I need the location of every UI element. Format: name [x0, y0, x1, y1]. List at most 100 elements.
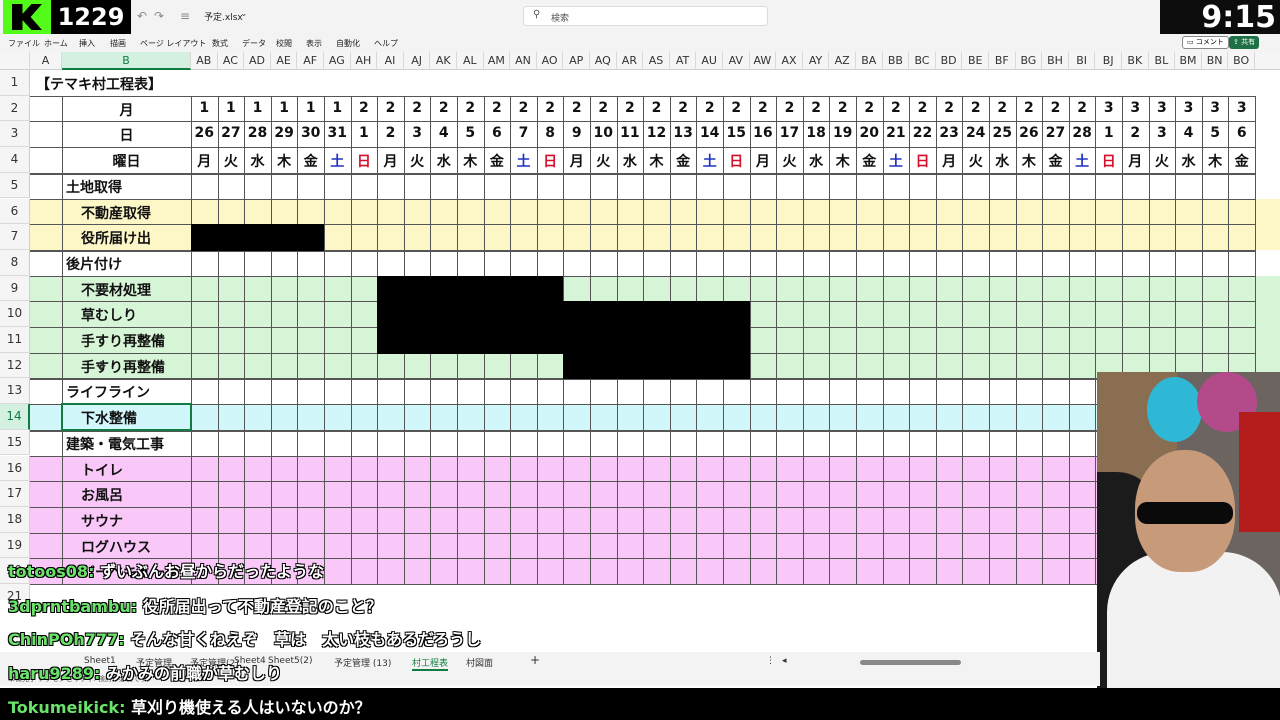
tab-file[interactable]: ファイル [8, 38, 40, 49]
column-header[interactable]: AR [617, 52, 644, 70]
row-header[interactable]: 16 [0, 455, 30, 482]
row-header[interactable]: 11 [0, 327, 30, 353]
column-header[interactable]: AX [776, 52, 803, 70]
column-header[interactable]: AY [803, 52, 830, 70]
column-header[interactable]: AN [510, 52, 537, 70]
row-header[interactable]: 19 [0, 532, 30, 559]
horizontal-scrollbar[interactable] [860, 660, 961, 665]
row-header[interactable]: 5 [0, 172, 30, 199]
row-header[interactable]: 7 [0, 224, 30, 250]
column-header[interactable]: AW [750, 52, 777, 70]
column-header[interactable]: BJ [1095, 52, 1122, 70]
row-header[interactable]: 14 [0, 404, 30, 430]
row-header[interactable]: 15 [0, 429, 30, 456]
schedule-bar[interactable] [563, 352, 750, 380]
column-header[interactable]: BN [1202, 52, 1229, 70]
column-header[interactable]: AI [377, 52, 404, 70]
redo-icon[interactable]: ↷ [154, 9, 164, 23]
row-header[interactable]: 4 [0, 147, 30, 173]
comment-button[interactable]: ▭ コメント [1182, 36, 1229, 49]
row-header[interactable]: 18 [0, 506, 30, 533]
column-header[interactable]: BE [962, 52, 989, 70]
chevron-left-icon[interactable]: ◂ [782, 656, 787, 666]
schedule-bar[interactable] [377, 327, 750, 354]
task-label[interactable]: 手すり再整備 [81, 357, 165, 377]
select-all-corner[interactable] [0, 52, 30, 70]
sheet-tab-active[interactable]: 村工程表 [412, 656, 449, 671]
column-header[interactable]: AT [670, 52, 697, 70]
column-header[interactable]: BK [1122, 52, 1149, 70]
tab-formulas[interactable]: 数式 [212, 38, 228, 49]
row-header[interactable]: 9 [0, 275, 30, 302]
column-header[interactable]: AJ [404, 52, 431, 70]
column-header[interactable]: AB [191, 52, 218, 70]
column-header[interactable]: AM [484, 52, 511, 70]
column-header[interactable]: AZ [829, 52, 856, 70]
row-header[interactable]: 1 [0, 70, 30, 96]
task-category[interactable]: 建築・電気工事 [66, 434, 164, 454]
row-header[interactable]: 3 [0, 121, 30, 148]
row-header[interactable]: 17 [0, 481, 30, 507]
tab-view[interactable]: 表示 [306, 38, 322, 49]
column-header[interactable]: AF [297, 52, 324, 70]
column-header[interactable]: AD [244, 52, 271, 70]
task-label[interactable]: サウナ [81, 511, 123, 531]
column-header[interactable]: AP [563, 52, 590, 70]
sheet-tab[interactable]: 村図面 [466, 656, 493, 669]
column-header[interactable]: BC [909, 52, 936, 70]
selected-cell[interactable] [61, 403, 192, 431]
column-header[interactable]: AU [696, 52, 723, 70]
schedule-bar[interactable] [377, 301, 750, 328]
column-header[interactable]: AH [351, 52, 378, 70]
task-label[interactable]: 不要材処理 [81, 280, 151, 300]
column-header[interactable]: A [30, 52, 62, 70]
column-header[interactable]: BF [989, 52, 1016, 70]
row-header[interactable]: 8 [0, 249, 30, 276]
schedule-bar[interactable] [377, 275, 564, 303]
column-header[interactable]: BD [936, 52, 963, 70]
column-header[interactable]: BA [856, 52, 883, 70]
tab-options-icon[interactable]: ⋮ [766, 656, 775, 666]
column-header[interactable]: AK [430, 52, 457, 70]
spreadsheet-grid[interactable]: 【テマキ村工程表】月日曜日 1 1 1 1 1 1 2 2 2 2 2 2 2 2 2 2 2 2 2 2 2 2 2 2 2 2 2… [0, 52, 1280, 600]
quick-access-more-icon[interactable]: ≡ [180, 9, 190, 23]
column-header[interactable]: AQ [590, 52, 617, 70]
task-category[interactable]: 土地取得 [66, 177, 122, 197]
plus-icon[interactable]: + [530, 653, 540, 667]
task-label[interactable]: トイレ [81, 460, 123, 480]
row-header[interactable]: 6 [0, 198, 30, 225]
column-header[interactable]: BO [1228, 52, 1255, 70]
schedule-bar[interactable] [191, 224, 324, 251]
chevron-down-icon[interactable]: ⌄ [240, 9, 248, 19]
search-input[interactable]: ⚲ 検索 [523, 6, 768, 26]
sheet-tab[interactable]: 予定管理 (13) [334, 656, 391, 669]
tab-insert[interactable]: 挿入 [79, 38, 95, 49]
tab-review[interactable]: 校閲 [276, 38, 292, 49]
share-button[interactable]: ⇪ 共有 [1229, 36, 1260, 49]
task-label[interactable]: 手すり再整備 [81, 331, 165, 351]
column-header[interactable]: AG [324, 52, 351, 70]
column-header[interactable]: AL [457, 52, 484, 70]
row-header[interactable]: 12 [0, 352, 30, 379]
column-header[interactable]: BB [883, 52, 910, 70]
tab-draw[interactable]: 描画 [110, 38, 126, 49]
column-header[interactable]: AS [643, 52, 670, 70]
task-label[interactable]: お風呂 [81, 485, 123, 505]
column-header[interactable]: AE [271, 52, 298, 70]
column-header[interactable]: AO [537, 52, 564, 70]
tab-automate[interactable]: 自動化 [336, 38, 360, 49]
task-label[interactable]: 不動産取得 [81, 203, 151, 223]
column-header[interactable]: B [62, 52, 191, 70]
tab-home[interactable]: ホーム [44, 38, 68, 49]
column-header[interactable]: BI [1069, 52, 1096, 70]
column-header[interactable]: AV [723, 52, 750, 70]
undo-icon[interactable]: ↶ [137, 9, 147, 23]
column-header[interactable]: BH [1042, 52, 1069, 70]
task-label[interactable]: ログハウス [81, 537, 151, 557]
row-header[interactable]: 13 [0, 378, 30, 405]
column-header[interactable]: BM [1175, 52, 1202, 70]
file-name[interactable]: 予定.xlsx [204, 10, 243, 23]
tab-page-layout[interactable]: ページ レイアウト [140, 38, 206, 49]
tab-help[interactable]: ヘルプ [374, 38, 398, 49]
column-header[interactable]: BL [1149, 52, 1176, 70]
